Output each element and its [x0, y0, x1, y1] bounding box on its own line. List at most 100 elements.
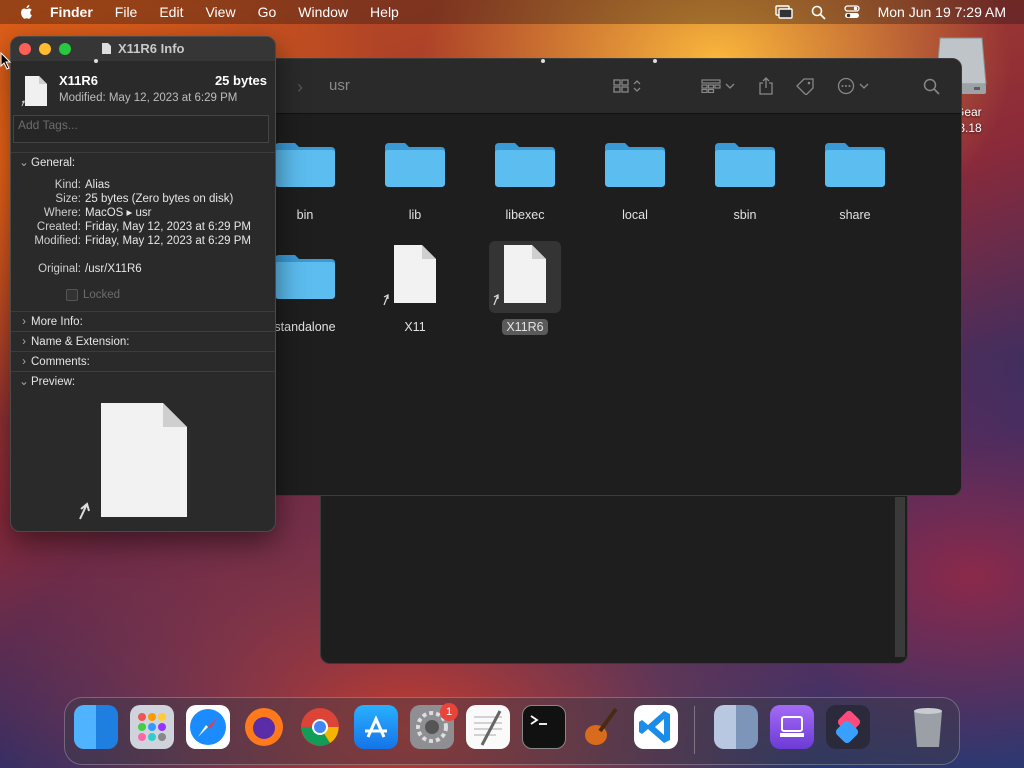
scrollbar[interactable] [895, 497, 905, 657]
more-info-section-header[interactable]: › More Info: [11, 311, 275, 332]
control-center-icon[interactable] [843, 5, 860, 19]
checkbox-icon [66, 289, 78, 301]
chevron-right-icon: › [22, 316, 26, 328]
size-key: Size: [55, 193, 81, 205]
group-button[interactable] [701, 75, 735, 97]
item-label: libexec [505, 208, 545, 222]
general-section-header[interactable]: ⌄ General: [11, 152, 275, 173]
info-window[interactable]: X11R6 Info X11R6 25 bytes Modified: May … [10, 36, 276, 532]
preview-section-header[interactable]: ⌄ Preview: [11, 371, 275, 392]
share-button[interactable] [759, 75, 773, 97]
kind-row: Kind: Alias [11, 178, 110, 192]
garageband-dock-icon[interactable] [578, 705, 622, 749]
vscode-dock-icon[interactable] [634, 705, 678, 749]
modified-value: Friday, May 12, 2023 at 6:29 PM [85, 235, 251, 247]
created-value: Friday, May 12, 2023 at 6:29 PM [85, 221, 251, 233]
close-button[interactable] [19, 43, 31, 55]
apple-menu-icon[interactable] [18, 3, 36, 21]
minimize-button[interactable] [39, 43, 51, 55]
ellipsis-circle-icon [837, 77, 855, 95]
folder-icon [489, 129, 561, 201]
screen-mirroring-icon[interactable] [774, 5, 793, 19]
info-title-text: X11R6 Info [118, 41, 185, 56]
updown-chevron-icon [633, 80, 641, 92]
icon-view-icon [613, 79, 629, 93]
view-mode-button[interactable] [613, 75, 641, 97]
tag-icon [796, 78, 814, 95]
item-label: X11R6 [502, 319, 548, 335]
menu-clock[interactable]: Mon Jun 19 7:29 AM [878, 4, 1006, 20]
notification-badge: 1 [440, 703, 458, 721]
running-indicator [653, 59, 657, 63]
original-key: Original: [38, 263, 81, 275]
modified-row: Modified: Friday, May 12, 2023 at 6:29 PM [11, 234, 251, 248]
kind-value: Alias [85, 179, 110, 191]
launchpad-dock-icon[interactable] [130, 705, 174, 749]
action-button[interactable] [837, 75, 869, 97]
folder-icon [379, 129, 451, 201]
tag-button[interactable] [795, 75, 815, 97]
chrome-dock-icon[interactable] [298, 705, 342, 749]
forward-chevron-icon[interactable]: › [297, 77, 303, 98]
modified-key: Modified: [34, 235, 81, 247]
where-key: Where: [43, 207, 81, 219]
folder-item-sbin[interactable]: sbin [695, 129, 795, 223]
comments-section-header[interactable]: › Comments: [11, 351, 275, 372]
menu-go[interactable]: Go [258, 4, 277, 20]
finder-folder-dock-icon[interactable] [714, 705, 758, 749]
terminal-dock-icon[interactable] [522, 705, 566, 749]
file-size: 25 bytes [214, 73, 267, 88]
folder-icon [269, 129, 341, 201]
section-label: Preview: [31, 376, 76, 388]
section-label: Name & Extension: [31, 336, 130, 348]
locked-checkbox[interactable]: Locked [66, 289, 120, 301]
folder-item-local[interactable]: local [585, 129, 685, 223]
folder-item-libexec[interactable]: libexec [475, 129, 575, 223]
shortcuts-dock-icon[interactable] [826, 705, 870, 749]
textedit-dock-icon[interactable] [466, 705, 510, 749]
item-label: X11 [404, 320, 426, 334]
size-value: 25 bytes (Zero bytes on disk) [85, 193, 234, 205]
window-controls [19, 43, 71, 55]
alias-item-x11r6[interactable]: X11R6 [475, 241, 575, 335]
dock-separator [694, 706, 695, 754]
share-icon [759, 77, 773, 95]
folder-item-share[interactable]: share [805, 129, 905, 223]
menu-edit[interactable]: Edit [159, 4, 183, 20]
alias-item-x11[interactable]: X11 [365, 241, 465, 335]
menu-app-name[interactable]: Finder [50, 4, 93, 20]
finder-dock-icon[interactable] [74, 705, 118, 749]
alias-document-icon [21, 76, 47, 107]
search-button[interactable] [923, 75, 940, 97]
chevron-right-icon: › [22, 356, 26, 368]
info-titlebar[interactable]: X11R6 Info [11, 37, 275, 61]
menu-help[interactable]: Help [370, 4, 399, 20]
spotlight-search-icon[interactable] [811, 5, 826, 20]
background-window[interactable] [320, 492, 908, 664]
folder-icon [819, 129, 891, 201]
menu-view[interactable]: View [205, 4, 235, 20]
preview-alias-document-icon [79, 403, 187, 520]
name-extension-section-header[interactable]: › Name & Extension: [11, 331, 275, 352]
menu-file[interactable]: File [115, 4, 138, 20]
tags-field[interactable]: Add Tags... [13, 115, 269, 143]
folder-item-lib[interactable]: lib [365, 129, 465, 223]
app-store-dock-icon[interactable] [354, 705, 398, 749]
running-indicator [94, 59, 98, 63]
firefox-dock-icon[interactable] [242, 705, 286, 749]
item-label: share [839, 208, 871, 222]
menu-window[interactable]: Window [298, 4, 348, 20]
podcasts-dock-icon[interactable] [770, 705, 814, 749]
finder-window[interactable]: › usr bin lib libexec local sbin share s… [262, 58, 962, 496]
chevron-down-icon: ⌄ [19, 376, 29, 388]
zoom-button[interactable] [59, 43, 71, 55]
item-label: sbin [733, 208, 757, 222]
created-key: Created: [36, 221, 81, 233]
safari-dock-icon[interactable] [186, 705, 230, 749]
original-value[interactable]: /usr/X11R6 [85, 263, 142, 275]
item-label: standalone [274, 320, 336, 334]
where-value: MacOS ▸ usr [85, 207, 152, 219]
chevron-down-icon: ⌄ [19, 157, 29, 169]
section-label: Comments: [31, 356, 90, 368]
trash-dock-icon[interactable] [906, 705, 950, 749]
